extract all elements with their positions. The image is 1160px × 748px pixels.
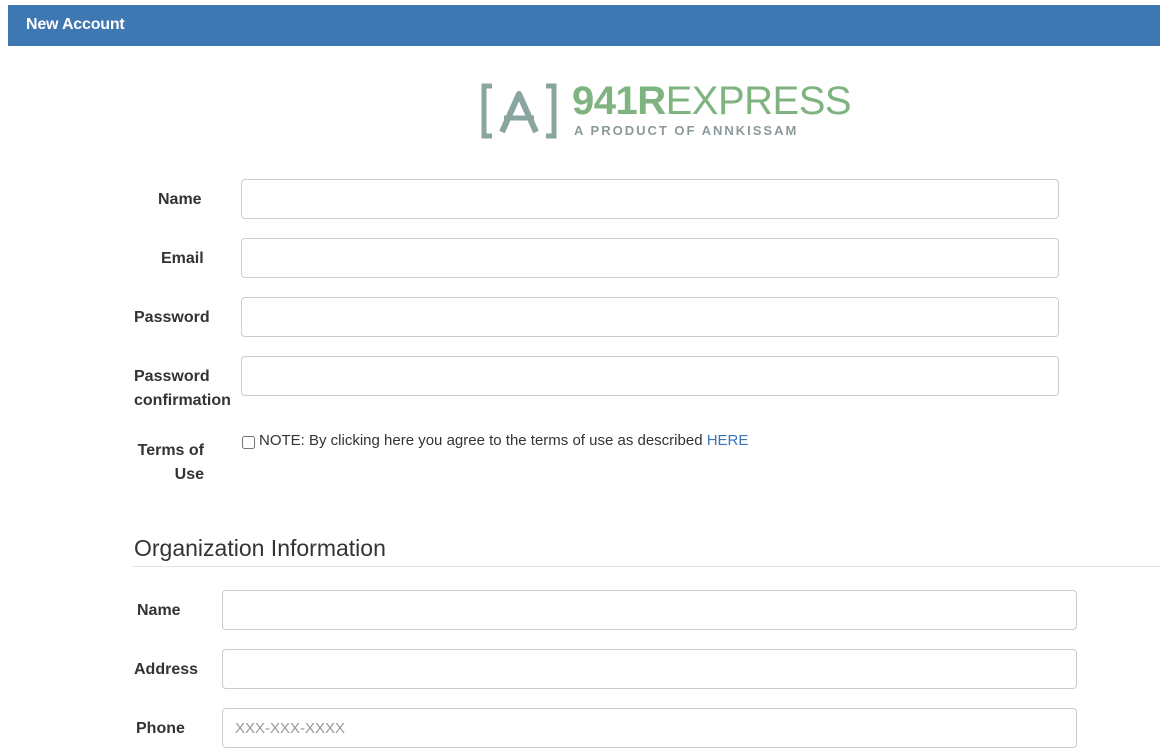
logo-wordmark-bold: 941R <box>572 79 666 123</box>
org-address-label: Address <box>134 661 199 678</box>
logo-wordmark-light: EXPRESS <box>665 79 852 123</box>
section-divider <box>132 566 1160 567</box>
password-confirmation-label-line1: Password <box>134 368 210 385</box>
password-input[interactable] <box>241 297 1059 337</box>
terms-note-text: NOTE: By clicking here you agree to the … <box>259 432 707 449</box>
password-confirmation-label: Password confirmation <box>134 365 231 413</box>
password-label: Password <box>134 309 210 326</box>
email-label: Email <box>161 250 204 267</box>
org-name-label: Name <box>137 602 181 619</box>
organization-heading: Organization Information <box>134 535 386 561</box>
logo-wordmark: 941REXPRESS <box>572 79 852 123</box>
header-bar: New Account <box>8 5 1160 46</box>
name-label: Name <box>158 191 202 208</box>
org-phone-label: Phone <box>136 720 185 737</box>
terms-checkbox[interactable] <box>242 436 255 449</box>
org-address-input[interactable] <box>222 649 1077 689</box>
terms-label: Terms of Use <box>136 439 204 487</box>
org-phone-input[interactable] <box>222 708 1077 748</box>
terms-note: NOTE: By clicking here you agree to the … <box>259 432 748 449</box>
name-input[interactable] <box>241 179 1059 219</box>
terms-link[interactable]: HERE <box>707 432 749 449</box>
password-confirmation-label-line2: confirmation <box>134 392 231 409</box>
logo: 941REXPRESS A PRODUCT OF ANNKISSAM <box>480 80 852 142</box>
logo-bracket-a-icon <box>481 83 557 139</box>
logo-tagline: A PRODUCT OF ANNKISSAM <box>574 123 799 138</box>
terms-label-line1: Terms of <box>137 442 204 459</box>
page-title: New Account <box>26 16 125 33</box>
terms-label-line2: Use <box>174 466 204 483</box>
password-confirmation-input[interactable] <box>241 356 1059 396</box>
email-input[interactable] <box>241 238 1059 278</box>
org-name-input[interactable] <box>222 590 1077 630</box>
